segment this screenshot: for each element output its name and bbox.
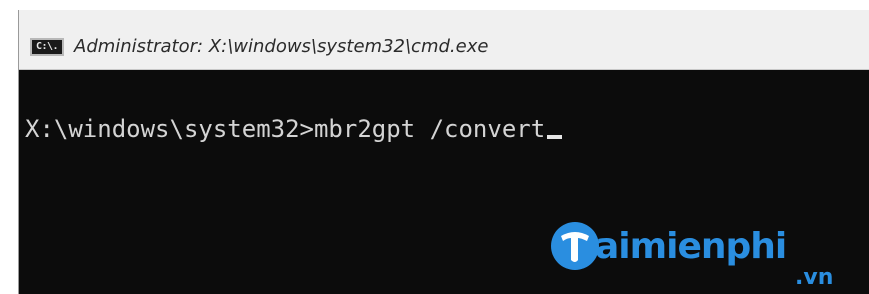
prompt-text: X:\windows\system32> <box>25 115 314 143</box>
console-area[interactable]: X:\windows\system32>mbr2gpt /convert aim… <box>19 70 869 294</box>
screenshot-frame: C:\. Administrator: X:\windows\system32\… <box>0 0 869 294</box>
window-title: Administrator: X:\windows\system32\cmd.e… <box>74 36 489 57</box>
watermark: aimienphi .vn <box>549 220 849 290</box>
command-line: X:\windows\system32>mbr2gpt /convert <box>25 114 563 144</box>
title-bar[interactable]: C:\. Administrator: X:\windows\system32\… <box>19 10 869 70</box>
watermark-brand: aimienphi <box>595 226 787 267</box>
taimienphi-logo-icon <box>551 222 599 270</box>
watermark-suffix: .vn <box>795 265 834 290</box>
cmd-window[interactable]: C:\. Administrator: X:\windows\system32\… <box>18 10 869 294</box>
cmd-icon[interactable]: C:\. <box>30 38 64 56</box>
command-text: mbr2gpt /convert <box>313 115 546 143</box>
text-cursor <box>547 135 563 139</box>
